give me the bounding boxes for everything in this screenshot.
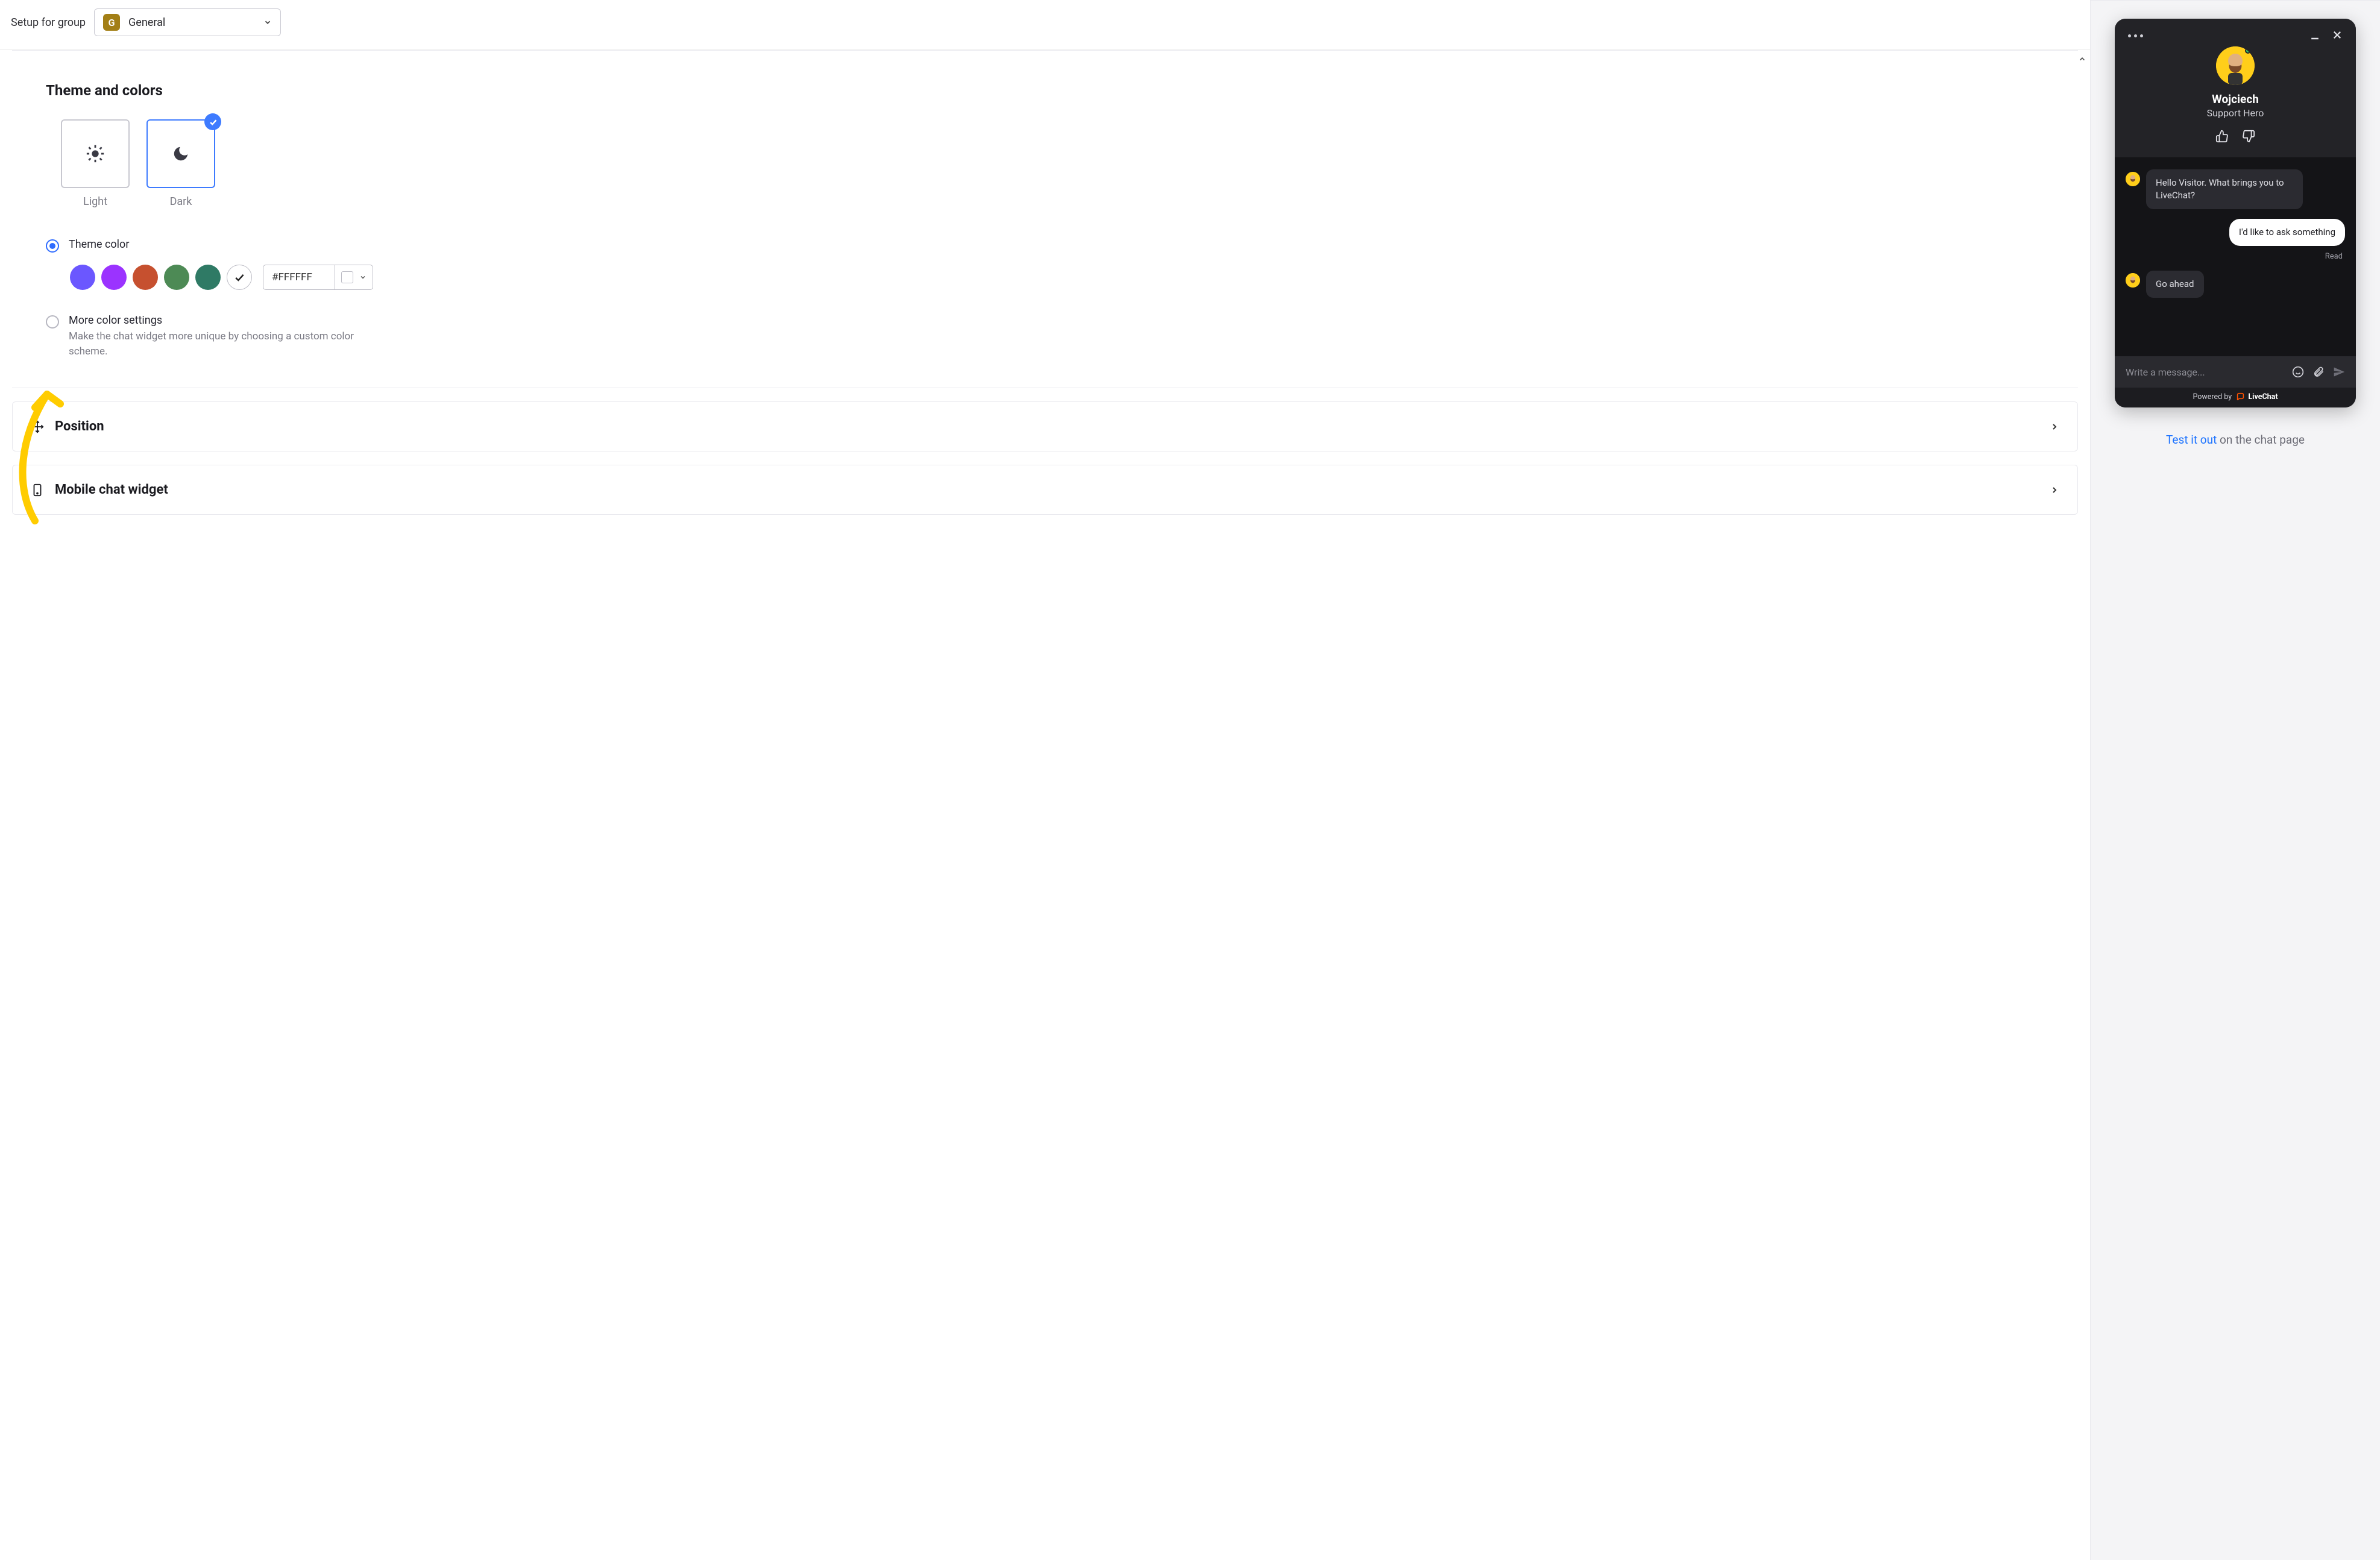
- thumbs-up-icon[interactable]: [2215, 130, 2229, 143]
- theme-color-label: Theme color: [69, 238, 129, 251]
- online-indicator: [2245, 48, 2251, 54]
- message-user: I'd like to ask something: [2126, 219, 2345, 246]
- theme-color-option[interactable]: Theme color: [46, 238, 2044, 253]
- chevron-down-icon: [263, 18, 272, 27]
- read-label: Read: [2126, 252, 2343, 261]
- thumbs-down-icon[interactable]: [2242, 130, 2255, 143]
- theme-card-light[interactable]: Light: [60, 119, 130, 208]
- group-select[interactable]: G General: [94, 8, 281, 36]
- move-icon: [31, 420, 44, 433]
- menu-icon[interactable]: [2128, 34, 2143, 37]
- agent-name: Wojciech: [2212, 92, 2259, 106]
- theme-box-light: [61, 119, 130, 188]
- message-agent: Hello Visitor. What brings you to LiveCh…: [2126, 169, 2345, 209]
- check-icon: [204, 113, 221, 130]
- scroll-up-icon[interactable]: [2078, 55, 2086, 63]
- swatch-purple[interactable]: [70, 265, 95, 290]
- chevron-right-icon: [2050, 422, 2059, 432]
- bubble-user: I'd like to ask something: [2229, 219, 2345, 246]
- swatch-teal[interactable]: [195, 265, 221, 290]
- color-preview: [341, 271, 353, 283]
- radio-theme-color[interactable]: [46, 239, 59, 253]
- preview-column: Wojciech Support Hero Hello Visitor: [2091, 0, 2380, 1560]
- sun-icon: [85, 143, 105, 164]
- test-rest: on the chat page: [2217, 433, 2305, 447]
- color-picker-button[interactable]: [335, 265, 373, 290]
- swatch-row: #FFFFFF: [70, 265, 2044, 290]
- minimize-icon[interactable]: [2309, 30, 2321, 42]
- powered-by: Powered by: [2193, 392, 2232, 401]
- swatch-red[interactable]: [133, 265, 158, 290]
- test-line: Test it out on the chat page: [2166, 433, 2305, 447]
- bubble-agent: Hello Visitor. What brings you to LiveCh…: [2146, 169, 2303, 209]
- send-icon[interactable]: [2333, 366, 2345, 378]
- more-colors-option[interactable]: More color settings Make the chat widget…: [46, 314, 2044, 359]
- brand-name: LiveChat: [2248, 392, 2278, 401]
- theme-panel: Theme and colors Light: [12, 50, 2078, 388]
- agent-role: Support Hero: [2207, 107, 2264, 119]
- chat-header: Wojciech Support Hero: [2115, 19, 2356, 157]
- section-mobile[interactable]: Mobile chat widget: [12, 465, 2078, 515]
- avatar-small: [2126, 273, 2140, 288]
- theme-cards: Light Dark: [46, 119, 2044, 208]
- avatar-small: [2126, 172, 2140, 186]
- swatch-custom-selected[interactable]: [227, 265, 252, 290]
- close-icon[interactable]: [2332, 30, 2343, 42]
- topbar: Setup for group G General: [0, 0, 2090, 50]
- chat-input[interactable]: Write a message...: [2115, 356, 2356, 388]
- mobile-title: Mobile chat widget: [55, 482, 2039, 497]
- swatch-violet[interactable]: [101, 265, 127, 290]
- theme-label-light: Light: [83, 195, 107, 208]
- chat-widget: Wojciech Support Hero Hello Visitor: [2115, 19, 2356, 407]
- chevron-down-icon: [359, 274, 367, 281]
- rate-row: [2215, 130, 2255, 143]
- position-title: Position: [55, 419, 2039, 434]
- chat-controls: [2128, 30, 2343, 42]
- input-placeholder: Write a message...: [2126, 366, 2282, 378]
- moon-icon: [172, 145, 190, 163]
- swatch-green[interactable]: [164, 265, 189, 290]
- bubble-agent: Go ahead: [2146, 271, 2204, 298]
- avatar: [2216, 46, 2255, 85]
- chevron-right-icon: [2050, 485, 2059, 495]
- group-name: General: [128, 16, 165, 29]
- attachment-icon[interactable]: [2312, 366, 2325, 378]
- livechat-logo-icon: [2237, 392, 2246, 401]
- section-position[interactable]: Position: [12, 401, 2078, 451]
- group-badge: G: [103, 14, 120, 31]
- message-agent: Go ahead: [2126, 271, 2345, 298]
- mobile-icon: [31, 483, 44, 497]
- theme-card-dark[interactable]: Dark: [146, 119, 216, 208]
- panel-title: Theme and colors: [46, 82, 2044, 99]
- test-link[interactable]: Test it out: [2166, 433, 2217, 447]
- setup-label: Setup for group: [11, 16, 86, 29]
- settings-scroll: Theme and colors Light: [0, 50, 2090, 1560]
- chat-footer: Powered by LiveChat: [2115, 388, 2356, 407]
- radio-more-colors[interactable]: [46, 315, 59, 329]
- chat-body: Hello Visitor. What brings you to LiveCh…: [2115, 157, 2356, 356]
- more-colors-desc: Make the chat widget more unique by choo…: [69, 329, 382, 359]
- more-colors-label: More color settings: [69, 314, 382, 327]
- more-colors-text: More color settings Make the chat widget…: [69, 314, 382, 359]
- emoji-icon[interactable]: [2292, 366, 2304, 378]
- theme-box-dark: [146, 119, 215, 188]
- theme-label-dark: Dark: [170, 195, 192, 208]
- hex-input[interactable]: #FFFFFF: [263, 265, 335, 290]
- settings-column: Setup for group G General Theme and colo…: [0, 0, 2091, 1560]
